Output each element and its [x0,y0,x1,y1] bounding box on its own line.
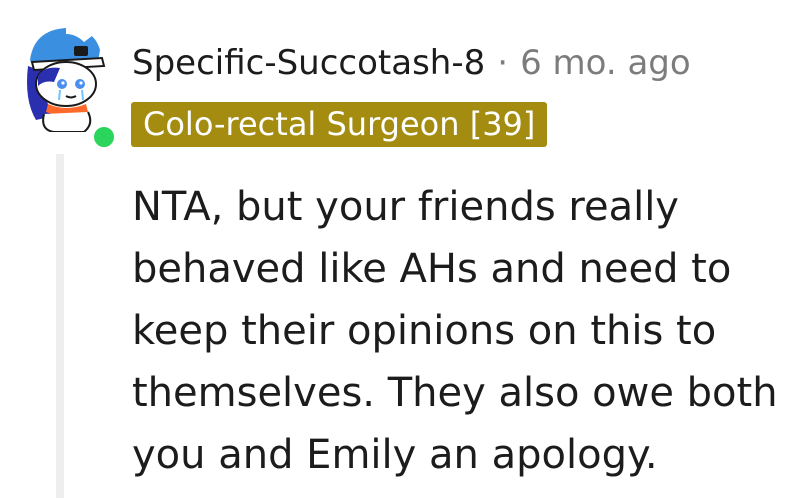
comment-meta: Specific-Succotash-8 · 6 mo. ago [132,38,691,88]
thread-line[interactable] [56,154,64,498]
comment-timestamp[interactable]: 6 mo. ago [520,43,691,83]
comment-body: NTA, but your friends really behaved lik… [132,184,778,478]
snoo-avatar-icon [27,27,106,133]
meta-separator: · [497,43,509,83]
avatar[interactable] [14,20,118,151]
online-status-icon [90,123,118,151]
user-flair: Colo-rectal Surgeon [39] [131,102,548,147]
author-name[interactable]: Specific-Succotash-8 [132,43,485,83]
